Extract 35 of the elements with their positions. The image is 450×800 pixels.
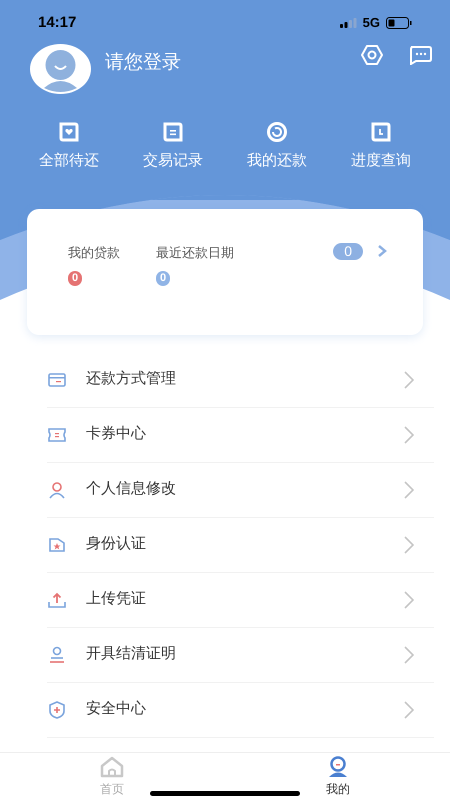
- stat-label: 最近还款日期: [156, 244, 234, 262]
- chevron-icon: [404, 480, 414, 498]
- chevron-icon: [404, 646, 414, 664]
- stat-value: 0: [156, 271, 170, 286]
- stat-value: 0: [68, 271, 82, 286]
- count-badge: 0: [333, 242, 363, 260]
- status-time: 14:17: [38, 12, 76, 33]
- menu-item[interactable]: 卡券中心: [86, 423, 404, 446]
- document-icon[interactable]: [162, 122, 184, 142]
- menu-item[interactable]: 身份认证: [86, 533, 404, 556]
- clock-icon[interactable]: [370, 122, 392, 142]
- chevron-icon[interactable]: [377, 244, 387, 258]
- menu-item[interactable]: 个人信息修改: [86, 478, 404, 501]
- menu-item[interactable]: 安全中心: [86, 698, 404, 721]
- stat-label: 我的贷款: [68, 244, 120, 262]
- network-label: 5G: [362, 14, 380, 32]
- avatar-icon: [30, 44, 91, 94]
- settings-icon[interactable]: [360, 44, 384, 66]
- chevron-icon: [404, 370, 414, 388]
- menu-item[interactable]: 还款方式管理: [86, 368, 404, 391]
- chevron-icon: [404, 590, 414, 608]
- stamp-icon: [47, 644, 67, 664]
- refresh-icon[interactable]: [266, 122, 288, 142]
- menu-item[interactable]: 开具结清证明: [86, 643, 404, 666]
- signal-icon: [340, 18, 357, 28]
- tab-button[interactable]: 我的: [308, 756, 368, 798]
- person-icon: [47, 480, 67, 500]
- message-icon[interactable]: [408, 45, 432, 65]
- chevron-icon: [404, 426, 414, 444]
- shield-icon: [47, 700, 67, 720]
- home-icon: [99, 756, 125, 778]
- chevron-icon: [404, 536, 414, 554]
- battery-icon: [386, 17, 412, 29]
- menu-item[interactable]: 上传凭证: [86, 588, 404, 611]
- chevron-icon: [404, 700, 414, 718]
